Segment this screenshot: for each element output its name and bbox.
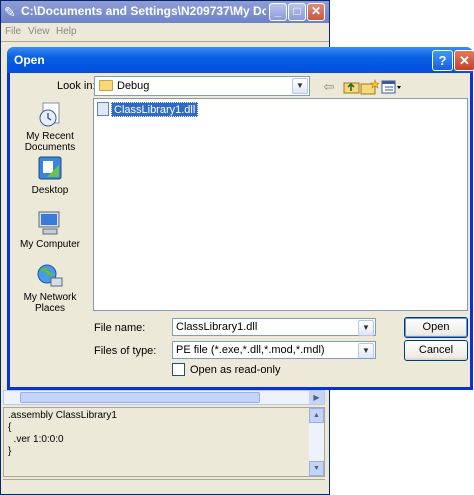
dll-file-icon (97, 102, 109, 116)
horizontal-scrollbar[interactable]: ▶ (3, 390, 325, 405)
network-places-icon (37, 264, 63, 287)
place-my-computer[interactable]: My Computer (15, 209, 85, 250)
chevron-down-icon[interactable]: ▼ (358, 320, 374, 336)
menu-help[interactable]: Help (56, 26, 77, 37)
open-dialog: Open ? ✕ Look in: Debug ▼ ⇦ My Recent Do… (7, 47, 474, 390)
place-label: Desktop (31, 185, 69, 196)
chevron-down-icon[interactable]: ▼ (358, 343, 374, 358)
scroll-up-arrow-icon[interactable]: ▲ (309, 408, 324, 423)
file-name-input[interactable]: ClassLibrary1.dll ▼ (172, 318, 376, 336)
menu-divider (1, 41, 329, 45)
scrollbar-thumb[interactable] (20, 392, 260, 403)
place-label: My Recent Documents (24, 131, 76, 153)
code-line: { (8, 422, 12, 433)
read-only-label: Open as read-only (190, 364, 281, 376)
file-list[interactable]: ClassLibrary1.dll (93, 98, 468, 311)
place-my-network-places[interactable]: My Network Places (15, 262, 85, 314)
view-menu-icon[interactable] (381, 79, 403, 95)
back-arrow-icon[interactable]: ⇦ (319, 79, 339, 95)
background-menu-bar: File View Help (1, 23, 329, 41)
file-name-value: ClassLibrary1.dll (176, 321, 258, 333)
places-bar: My Recent Documents Desktop My Computer … (15, 99, 85, 389)
new-folder-icon[interactable] (360, 79, 380, 95)
file-name: ClassLibrary1.dll (111, 102, 199, 117)
menu-file[interactable]: File (5, 26, 21, 37)
up-folder-icon[interactable] (342, 79, 362, 95)
look-in-value: Debug (117, 80, 150, 92)
code-line: } (8, 446, 12, 457)
feather-icon: ✎ (4, 4, 16, 20)
menu-view[interactable]: View (28, 26, 50, 37)
my-computer-icon (38, 211, 60, 235)
place-my-recent-documents[interactable]: My Recent Documents (15, 101, 85, 153)
chevron-down-icon[interactable]: ▼ (292, 78, 308, 94)
folder-icon (99, 80, 113, 91)
dialog-title: Open (14, 53, 45, 67)
maximize-button[interactable]: □ (288, 3, 306, 21)
recent-documents-icon (39, 102, 60, 127)
close-button[interactable]: ✕ (307, 3, 325, 21)
open-button[interactable]: Open (404, 317, 468, 338)
place-label: My Network Places (23, 292, 77, 314)
files-of-type-value: PE file (*.exe,*.dll,*.mod,*.mdl) (176, 344, 325, 356)
file-name-label: File name: (94, 322, 146, 334)
status-bar (3, 479, 325, 494)
read-only-checkbox[interactable] (172, 363, 185, 376)
dialog-title-bar[interactable]: Open ? ✕ (7, 47, 474, 73)
cancel-button[interactable]: Cancel (404, 340, 468, 361)
scroll-right-arrow-icon[interactable]: ▶ (309, 391, 324, 404)
vertical-scrollbar[interactable]: ▲ ▼ (309, 408, 324, 476)
code-view: .assembly ClassLibrary1 { .ver 1:0:0:0 } (3, 407, 325, 477)
code-line: .ver 1:0:0:0 (8, 434, 64, 445)
scroll-down-arrow-icon[interactable]: ▼ (309, 461, 324, 476)
background-title-bar[interactable]: ✎ C:\Documents and Settings\N209737\My D… (1, 1, 329, 23)
background-window-title: C:\Documents and Settings\N209737\My Doc… (21, 4, 266, 18)
code-line: .assembly ClassLibrary1 (8, 410, 117, 421)
files-of-type-dropdown[interactable]: PE file (*.exe,*.dll,*.mod,*.mdl) ▼ (172, 341, 376, 359)
help-button[interactable]: ? (432, 50, 453, 71)
look-in-label: Look in: (57, 80, 96, 92)
dialog-close-button[interactable]: ✕ (454, 50, 474, 71)
minimize-button[interactable]: _ (269, 3, 287, 21)
place-label: My Computer (19, 239, 80, 250)
place-desktop[interactable]: Desktop (15, 155, 85, 196)
files-of-type-label: Files of type: (94, 345, 157, 357)
desktop-icon (38, 156, 62, 180)
look-in-dropdown[interactable]: Debug ▼ (94, 76, 310, 96)
